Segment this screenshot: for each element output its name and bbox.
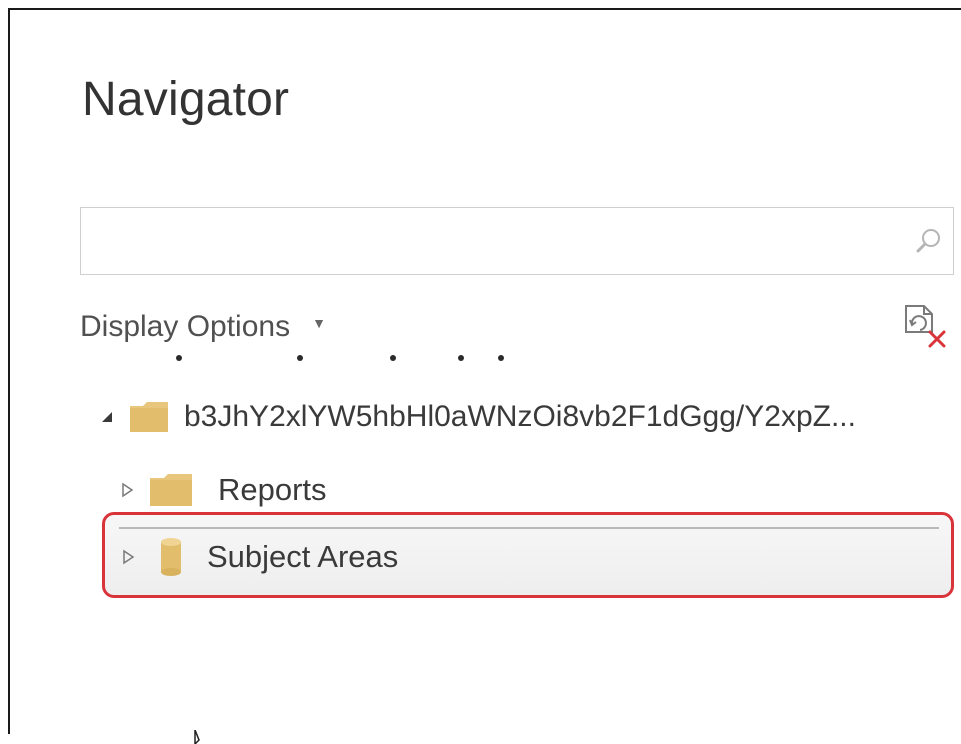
dialog-title: Navigator: [82, 73, 290, 126]
folder-icon: [130, 402, 168, 432]
chevron-down-icon: ▼: [312, 315, 326, 331]
search-box: [80, 207, 954, 275]
navigator-dialog: Navigator Display Options ▼ b3JhY2xlYW5h…: [8, 8, 961, 744]
search-icon[interactable]: [913, 226, 943, 256]
refresh-icon[interactable]: [900, 300, 952, 352]
search-input[interactable]: [85, 212, 889, 272]
expanded-triangle-icon[interactable]: [98, 408, 116, 426]
loading-dots: [10, 355, 961, 367]
tree-item-label: b3JhY2xlYW5hbHl0aWNzOi8vb2F1dGgg/Y2xpZ..…: [184, 400, 856, 433]
tree-item-label: Reports: [218, 472, 327, 507]
collapsed-triangle-icon[interactable]: [118, 481, 136, 499]
collapsed-triangle-icon[interactable]: [119, 548, 137, 566]
display-options-label: Display Options: [80, 310, 291, 343]
tree-item-reports[interactable]: Reports: [118, 465, 327, 515]
tree-item-subject-areas-content: Subject Areas: [119, 527, 939, 585]
display-options-dropdown[interactable]: Display Options ▼: [80, 307, 326, 347]
mouse-cursor-icon: [194, 730, 200, 744]
tree-item-subject-areas[interactable]: Subject Areas: [102, 512, 954, 598]
tree-item-root[interactable]: b3JhY2xlYW5hbHl0aWNzOi8vb2F1dGgg/Y2xpZ..…: [98, 392, 856, 442]
cylinder-icon: [161, 538, 181, 576]
folder-icon: [150, 474, 192, 506]
tree-item-label: Subject Areas: [207, 539, 399, 574]
